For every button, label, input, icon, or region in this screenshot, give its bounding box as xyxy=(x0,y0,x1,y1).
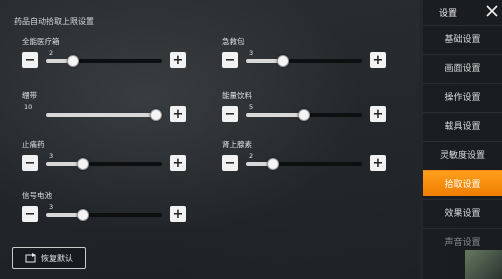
section-title: 药品自动拾取上限设置 xyxy=(14,17,94,26)
increase-button[interactable]: + xyxy=(170,155,186,171)
item-value: 2 xyxy=(49,49,54,57)
increase-button[interactable]: + xyxy=(170,106,186,122)
setting-item-signal-battery: 信号电池 − 3 + xyxy=(22,190,192,230)
slider-thumb[interactable] xyxy=(267,158,279,170)
item-value: 3 xyxy=(249,49,254,57)
increase-button[interactable]: + xyxy=(370,155,386,171)
close-icon[interactable] xyxy=(485,4,499,18)
slider-thumb[interactable] xyxy=(77,158,89,170)
increase-button[interactable]: + xyxy=(370,106,386,122)
sidebar-item-sensitivity[interactable]: 灵敏度设置 xyxy=(423,141,502,167)
item-label: 能量饮料 xyxy=(222,91,252,100)
slider-thumb[interactable] xyxy=(298,109,310,121)
sidebar-item-basic[interactable]: 基础设置 xyxy=(423,25,502,51)
item-value: 3 xyxy=(49,203,54,211)
increase-button[interactable]: + xyxy=(170,52,186,68)
settings-panel: 药品自动拾取上限设置 全能医疗箱 − 2 + 急救包 − 3 + 绷带 10 +… xyxy=(0,0,420,279)
setting-item-painkiller: 止痛药 − 3 + xyxy=(22,139,192,179)
slider-thumb[interactable] xyxy=(67,55,79,67)
reset-default-button[interactable]: 恢复默认 xyxy=(12,247,86,269)
slider-track[interactable] xyxy=(46,109,162,121)
slider-track[interactable] xyxy=(46,55,162,67)
slider-fill xyxy=(46,113,156,117)
slider-track[interactable] xyxy=(246,109,362,121)
decrease-button[interactable]: − xyxy=(222,106,238,122)
sidebar-item-pickup[interactable]: 拾取设置 xyxy=(423,170,502,196)
setting-item-energy-drink: 能量饮料 − 5 + xyxy=(222,90,392,130)
item-value: 5 xyxy=(249,103,254,111)
item-label: 急救包 xyxy=(222,37,245,46)
decrease-button[interactable]: − xyxy=(22,206,38,222)
settings-sidebar: 设置 基础设置 画面设置 操作设置 载具设置 灵敏度设置 拾取设置 效果设置 声… xyxy=(423,0,502,279)
setting-item-first-aid: 急救包 − 3 + xyxy=(222,36,392,76)
slider-track[interactable] xyxy=(46,209,162,221)
slider-thumb[interactable] xyxy=(150,109,162,121)
increase-button[interactable]: + xyxy=(170,206,186,222)
setting-item-adrenaline: 肾上腺素 − 2 + xyxy=(222,139,392,179)
corner-decoration xyxy=(465,250,502,279)
sidebar-header: 设置 xyxy=(423,0,502,22)
item-value: 2 xyxy=(249,152,254,160)
decrease-button[interactable]: − xyxy=(222,52,238,68)
slider-fill xyxy=(246,113,304,117)
sidebar-item-vehicle[interactable]: 载具设置 xyxy=(423,112,502,138)
reset-label: 恢复默认 xyxy=(41,253,73,263)
sidebar-item-graphics[interactable]: 画面设置 xyxy=(423,54,502,80)
setting-item-bandage: 绷带 10 + xyxy=(22,90,192,130)
item-label: 肾上腺素 xyxy=(222,140,252,149)
increase-button[interactable]: + xyxy=(370,52,386,68)
item-value: 10 xyxy=(24,103,33,111)
slider-track[interactable] xyxy=(246,55,362,67)
item-value: 3 xyxy=(49,152,54,160)
sidebar-title: 设置 xyxy=(439,9,458,19)
item-label: 绷带 xyxy=(22,91,37,100)
item-label: 全能医疗箱 xyxy=(22,37,60,46)
reset-icon xyxy=(25,253,36,263)
slider-thumb[interactable] xyxy=(77,209,89,221)
decrease-button[interactable]: − xyxy=(22,52,38,68)
slider-thumb[interactable] xyxy=(277,55,289,67)
item-label: 信号电池 xyxy=(22,191,52,200)
slider-track[interactable] xyxy=(246,158,362,170)
setting-item-med-kit: 全能医疗箱 − 2 + xyxy=(22,36,192,76)
decrease-button[interactable]: − xyxy=(222,155,238,171)
sidebar-item-controls[interactable]: 操作设置 xyxy=(423,83,502,109)
sidebar-item-effects[interactable]: 效果设置 xyxy=(423,199,502,225)
decrease-button[interactable]: − xyxy=(22,155,38,171)
slider-track[interactable] xyxy=(46,158,162,170)
item-label: 止痛药 xyxy=(22,140,45,149)
